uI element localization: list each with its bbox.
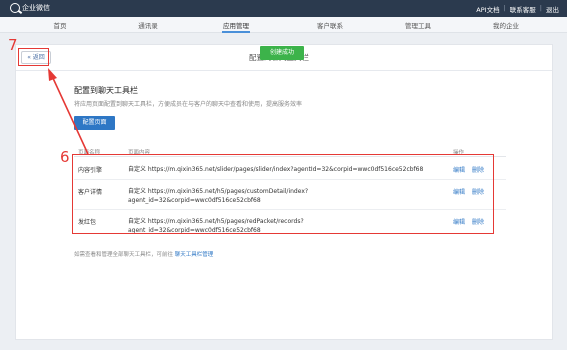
card-header: « 返回 配置到聊天工具栏 创建成功 — [16, 45, 552, 71]
separator: | — [539, 4, 542, 12]
success-toast: 创建成功 — [260, 46, 304, 60]
nav-management-tools[interactable]: 管理工具 — [388, 20, 448, 30]
main-nav: 首页 通讯录 应用管理 客户联系 管理工具 我的企业 — [0, 17, 567, 33]
annotation-number-6: 6 — [60, 148, 70, 166]
chat-toolbar-management-link[interactable]: 聊天工具栏管理 — [175, 252, 214, 258]
config-page-button[interactable]: 配置页面 — [74, 116, 115, 130]
top-links: API文档 | 联系客服 | 退出 — [476, 4, 559, 14]
logout-link[interactable]: 退出 — [546, 4, 559, 14]
nav-my-company[interactable]: 我的企业 — [476, 20, 536, 30]
annotation-box-back — [18, 48, 49, 66]
nav-app-management[interactable]: 应用管理 — [206, 20, 266, 33]
section-title: 配置到聊天工具栏 — [74, 86, 138, 95]
contact-support-link[interactable]: 联系客服 — [510, 4, 536, 14]
nav-home[interactable]: 首页 — [30, 20, 90, 30]
footer-note-text: 如需查看和管理全部聊天工具栏，可前往 — [74, 252, 175, 258]
api-docs-link[interactable]: API文档 — [476, 4, 499, 14]
app-name: 企业微信 — [22, 4, 50, 12]
annotation-box-table — [72, 154, 494, 234]
nav-contacts[interactable]: 通讯录 — [118, 20, 178, 30]
nav-customer-contact[interactable]: 客户联系 — [300, 20, 360, 30]
annotation-number-7: 7 — [8, 36, 18, 54]
wecom-logo-icon — [10, 3, 20, 13]
brand[interactable]: 企业微信 — [10, 3, 50, 13]
footer-note: 如需查看和管理全部聊天工具栏，可前往 聊天工具栏管理 — [74, 250, 213, 258]
section-description: 将应用页面配置到聊天工具栏，方便成员在与客户的聊天中查看和使用，提高服务效率 — [74, 101, 303, 108]
separator: | — [503, 4, 506, 12]
top-bar: 企业微信 API文档 | 联系客服 | 退出 — [0, 0, 567, 17]
